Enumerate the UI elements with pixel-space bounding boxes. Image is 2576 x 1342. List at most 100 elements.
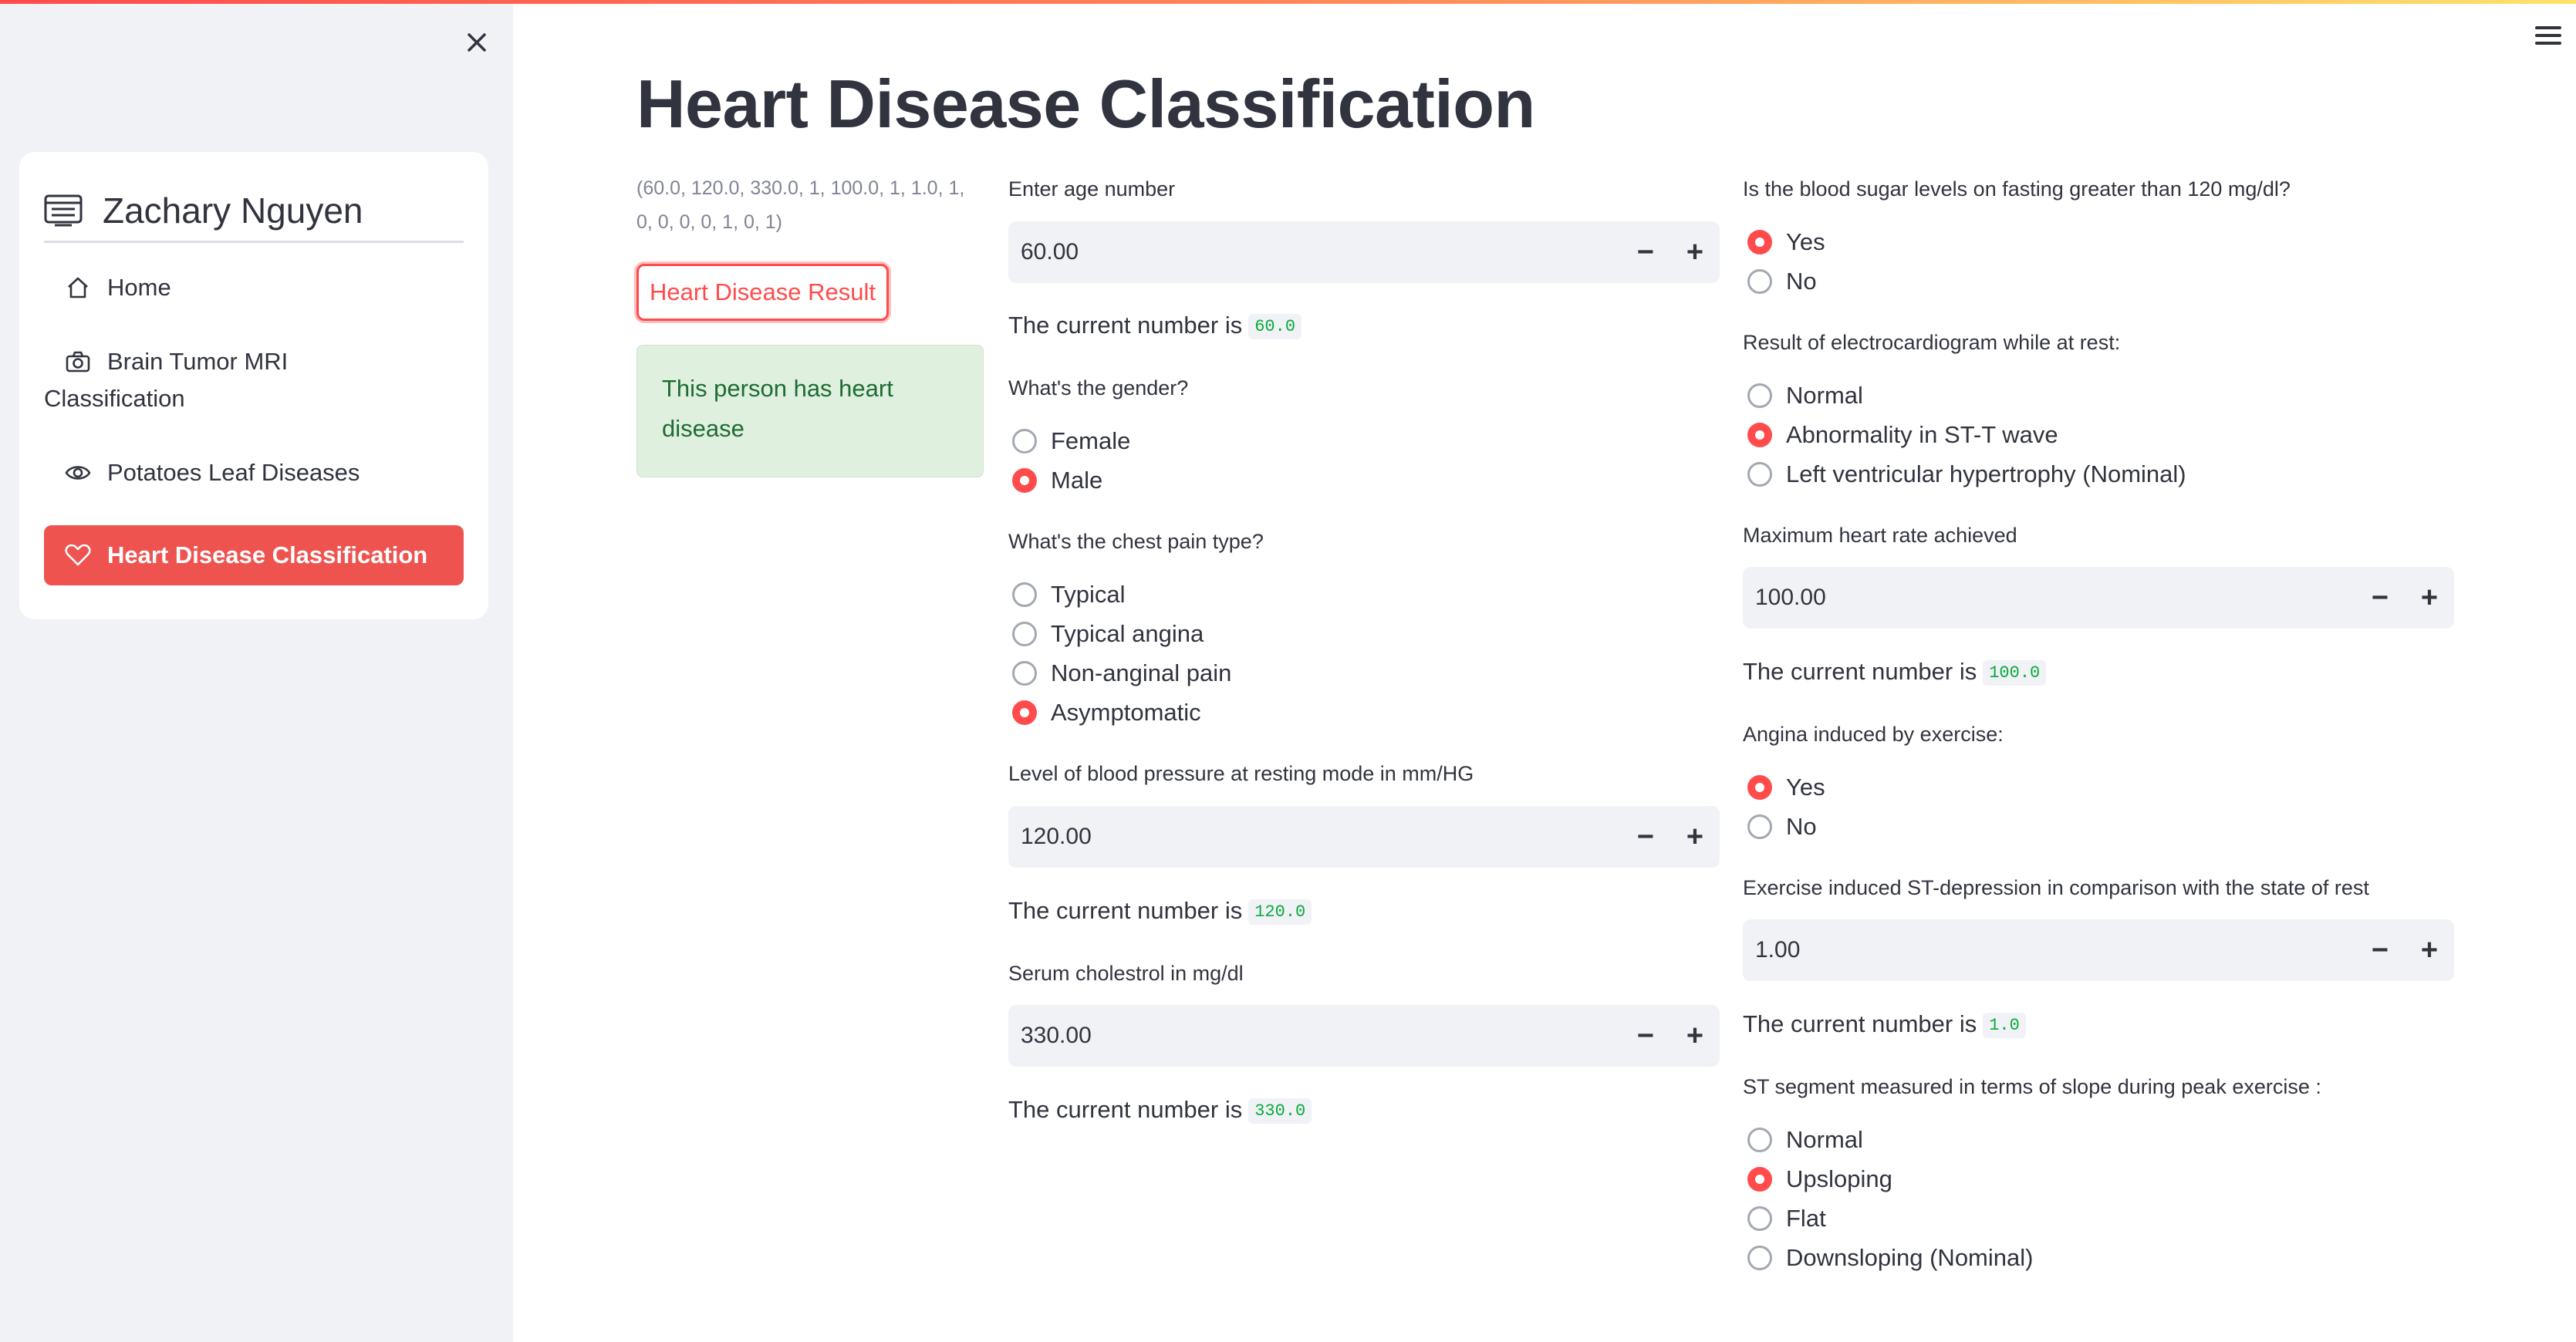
house-icon xyxy=(64,274,92,302)
cholesterol-value[interactable]: 330.00 xyxy=(1008,1023,1621,1049)
nav-item-potatoes-leaf[interactable]: Potatoes Leaf Diseases xyxy=(44,454,464,491)
max-heart-rate-label: Maximum heart rate achieved xyxy=(1743,524,2017,547)
max-heart-rate-number-input: 100.00 − + xyxy=(1743,567,2454,629)
close-sidebar-button[interactable] xyxy=(460,25,494,59)
ecg-radio-normal[interactable]: Normal xyxy=(1747,382,1863,410)
nav-item-label: Brain Tumor MRI Classification xyxy=(44,348,289,412)
age-decrement-button[interactable]: − xyxy=(1621,221,1670,283)
max-heart-rate-decrement-button[interactable]: − xyxy=(2355,567,2405,629)
age-increment-button[interactable]: + xyxy=(1670,221,1720,283)
age-label: Enter age number xyxy=(1008,177,1176,201)
nav-item-label: Home xyxy=(107,274,171,301)
blood-pressure-decrement-button[interactable]: − xyxy=(1621,806,1670,868)
current-number-prefix: The current number is xyxy=(1008,897,1243,924)
cholesterol-label: Serum cholestrol in mg/dl xyxy=(1008,962,1244,985)
age-number-input: 60.00 − + xyxy=(1008,221,1720,283)
blood-pressure-label: Level of blood pressure at resting mode … xyxy=(1008,762,1474,785)
radio-label: Upsloping xyxy=(1786,1165,1892,1192)
ecg-radio-st-t-abnormality[interactable]: Abnormality in ST-T wave xyxy=(1747,421,2058,449)
current-number-prefix: The current number is xyxy=(1008,312,1243,339)
radio-label: Female xyxy=(1051,427,1131,454)
st-depression-current-text: The current number is 1.0 xyxy=(1743,1010,2026,1039)
radio-label: Left ventricular hypertrophy (Nominal) xyxy=(1786,460,2186,487)
max-heart-rate-value[interactable]: 100.00 xyxy=(1743,585,2355,611)
eye-icon xyxy=(64,459,92,487)
st-slope-radio-normal[interactable]: Normal xyxy=(1747,1126,1863,1154)
nav-item-label: Heart Disease Classification xyxy=(107,541,428,568)
cholesterol-increment-button[interactable]: + xyxy=(1670,1005,1720,1067)
hamburger-menu-icon[interactable] xyxy=(2535,26,2561,49)
current-number-prefix: The current number is xyxy=(1743,658,1977,685)
cholesterol-number-input: 330.00 − + xyxy=(1008,1005,1720,1067)
radio-label: No xyxy=(1786,813,1817,840)
radio-label: Flat xyxy=(1786,1205,1826,1232)
cholesterol-decrement-button[interactable]: − xyxy=(1621,1005,1670,1067)
st-depression-number-input: 1.00 − + xyxy=(1743,919,2454,981)
blood-pressure-number-input: 120.00 − + xyxy=(1008,806,1720,868)
chest-pain-radio-non-anginal[interactable]: Non-anginal pain xyxy=(1012,659,1231,687)
st-slope-radio-flat[interactable]: Flat xyxy=(1747,1205,1826,1232)
sidebar: Zachary Nguyen Home Brain Tumor MRI Clas… xyxy=(0,4,513,1342)
nav-item-home[interactable]: Home xyxy=(44,269,464,306)
max-heart-rate-current-text: The current number is 100.0 xyxy=(1743,658,2047,686)
heart-disease-result-button[interactable]: Heart Disease Result xyxy=(636,264,889,321)
st-depression-decrement-button[interactable]: − xyxy=(2355,919,2405,981)
blood-sugar-radio-no[interactable]: No xyxy=(1747,268,1817,295)
nav-item-brain-tumor[interactable]: Brain Tumor MRI Classification xyxy=(44,343,368,417)
st-depression-increment-button[interactable]: + xyxy=(2405,919,2454,981)
nav-item-label: Potatoes Leaf Diseases xyxy=(107,459,360,486)
radio-label: Non-anginal pain xyxy=(1051,659,1232,686)
ecg-radio-lv-hypertrophy[interactable]: Left ventricular hypertrophy (Nominal) xyxy=(1747,460,2186,488)
radio-label: Asymptomatic xyxy=(1051,699,1201,726)
chest-pain-label: What's the chest pain type? xyxy=(1008,530,1264,553)
blood-pressure-increment-button[interactable]: + xyxy=(1670,806,1720,868)
page-title: Heart Disease Classification xyxy=(636,66,1535,142)
age-current-value: 60.0 xyxy=(1248,314,1302,340)
chest-pain-radio-typical[interactable]: Typical xyxy=(1012,581,1125,609)
list-card-icon xyxy=(44,194,83,226)
blood-sugar-radio-yes[interactable]: Yes xyxy=(1747,228,1825,256)
chest-pain-radio-typical-angina[interactable]: Typical angina xyxy=(1012,620,1204,648)
menu-header: Zachary Nguyen xyxy=(44,180,464,243)
gender-radio-male[interactable]: Male xyxy=(1012,467,1102,494)
max-heart-rate-increment-button[interactable]: + xyxy=(2405,567,2454,629)
radio-label: Male xyxy=(1051,467,1103,494)
heart-icon xyxy=(64,541,92,569)
angina-radio-no[interactable]: No xyxy=(1747,813,1817,841)
radio-label: Normal xyxy=(1786,1126,1863,1153)
radio-label: Downsloping (Nominal) xyxy=(1786,1244,2034,1271)
blood-pressure-value[interactable]: 120.00 xyxy=(1008,824,1621,850)
angina-radio-yes[interactable]: Yes xyxy=(1747,774,1825,801)
st-slope-radio-downsloping[interactable]: Downsloping (Nominal) xyxy=(1747,1244,2033,1272)
radio-label: Normal xyxy=(1786,382,1863,409)
radio-label: Typical angina xyxy=(1051,620,1204,647)
st-depression-label: Exercise induced ST-depression in compar… xyxy=(1743,876,2369,899)
radio-label: Abnormality in ST-T wave xyxy=(1786,421,2058,448)
age-current-text: The current number is 60.0 xyxy=(1008,312,1302,340)
app-name: Zachary Nguyen xyxy=(103,190,363,231)
gender-label: What's the gender? xyxy=(1008,376,1189,400)
radio-label: No xyxy=(1786,268,1817,295)
radio-label: Yes xyxy=(1786,774,1825,801)
radio-label: Typical xyxy=(1051,581,1126,608)
gender-radio-female[interactable]: Female xyxy=(1012,427,1130,455)
result-success-alert: This person has heart disease xyxy=(636,345,984,477)
st-depression-value[interactable]: 1.00 xyxy=(1743,937,2355,963)
current-number-prefix: The current number is xyxy=(1743,1010,1977,1037)
nav-item-heart-disease[interactable]: Heart Disease Classification xyxy=(44,525,464,585)
close-icon xyxy=(468,33,486,52)
st-slope-label: ST segment measured in terms of slope du… xyxy=(1743,1075,2321,1098)
blood-pressure-current-value: 120.0 xyxy=(1248,899,1312,926)
age-value[interactable]: 60.00 xyxy=(1008,239,1621,265)
cholesterol-current-text: The current number is 330.0 xyxy=(1008,1096,1312,1125)
chest-pain-radio-asymptomatic[interactable]: Asymptomatic xyxy=(1012,699,1201,727)
current-number-prefix: The current number is xyxy=(1008,1096,1243,1123)
input-vector-text: (60.0, 120.0, 330.0, 1, 100.0, 1, 1.0, 1… xyxy=(636,177,965,233)
ecg-label: Result of electrocardiogram while at res… xyxy=(1743,331,2121,354)
st-slope-radio-upsloping[interactable]: Upsloping xyxy=(1747,1165,1892,1193)
radio-label: Yes xyxy=(1786,228,1825,255)
navigation-menu: Zachary Nguyen Home Brain Tumor MRI Clas… xyxy=(19,152,488,619)
max-heart-rate-current-value: 100.0 xyxy=(1983,660,2047,686)
blood-pressure-current-text: The current number is 120.0 xyxy=(1008,897,1312,926)
blood-sugar-label: Is the blood sugar levels on fasting gre… xyxy=(1743,177,2291,201)
